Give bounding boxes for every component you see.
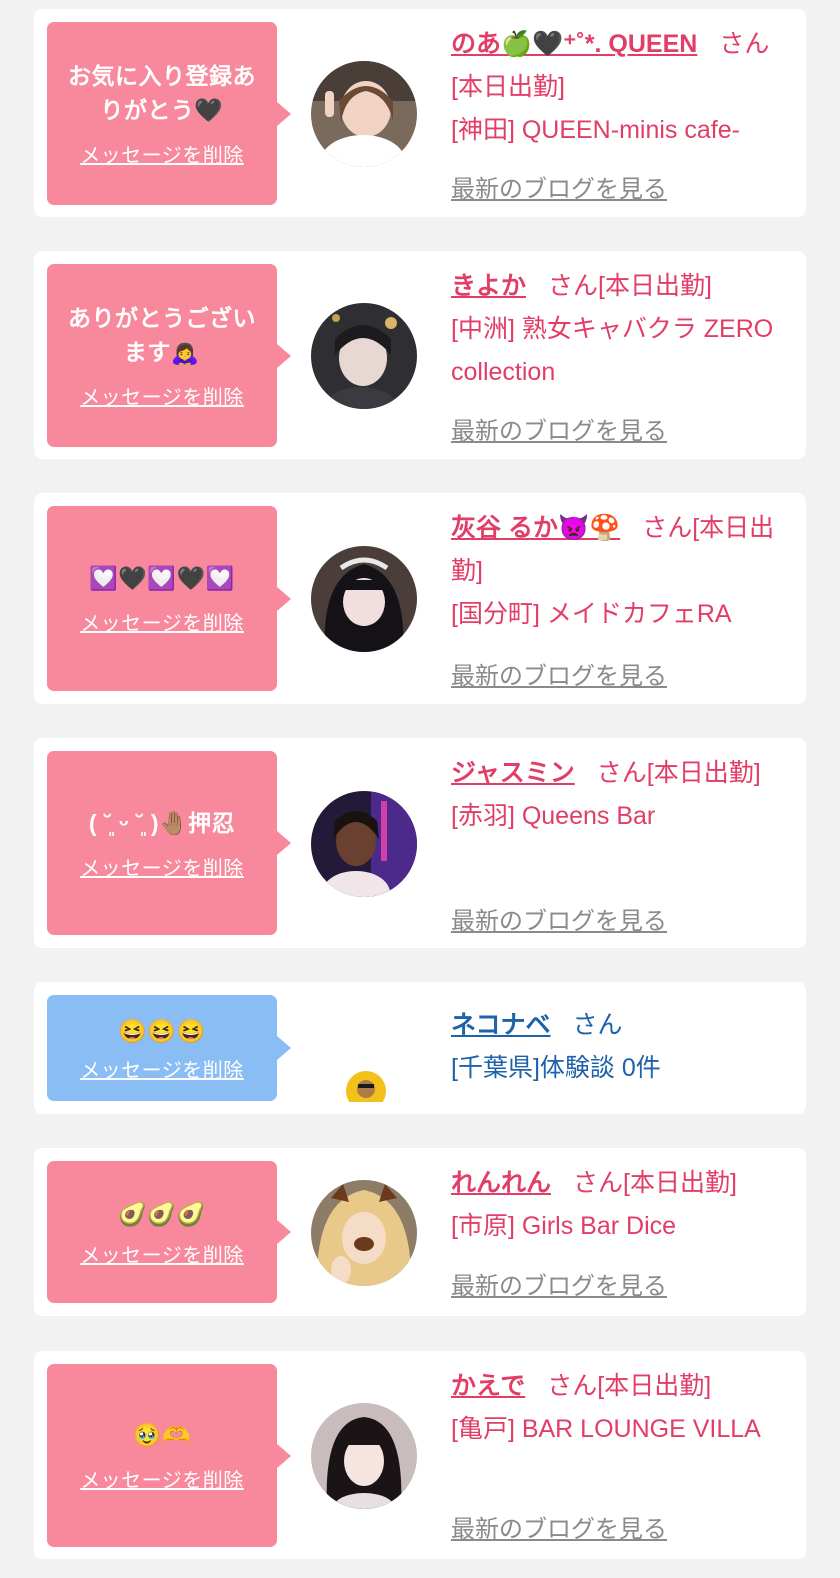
message-text: ( ˘͈ ᵕ ˘͈ )🤚🏽押忍 bbox=[88, 809, 236, 836]
avatar[interactable] bbox=[311, 61, 417, 167]
delete-message-link[interactable]: メッセージを削除 bbox=[80, 852, 244, 881]
favorite-message-list: お気に入り登録ありがとう🖤 メッセージを削除 のあ🍏🖤⁺˚*. QUEEN さん[… bbox=[0, 0, 840, 1578]
message-card: 😆😆😆 メッセージを削除 ネコナベ さん [千葉県]体験談 0件 bbox=[34, 982, 806, 1114]
avatar[interactable] bbox=[311, 1180, 417, 1286]
cast-status: さん[本日出勤] bbox=[548, 272, 712, 300]
shop-info: [赤羽] Queens Bar bbox=[451, 802, 656, 830]
message-text: お気に入り登録ありがとう🖤 bbox=[68, 63, 256, 123]
message-text: 🥹🫶 bbox=[132, 1422, 192, 1448]
cast-status: さん[本日出勤] bbox=[573, 1169, 737, 1197]
cast-name-link[interactable]: れんれん bbox=[451, 1169, 551, 1197]
message-bubble: 🥹🫶 メッセージを削除 bbox=[47, 1364, 291, 1547]
latest-blog-link[interactable]: 最新のブログを見る bbox=[451, 656, 667, 691]
message-card: 💟🖤💟🖤💟 メッセージを削除 灰谷 るか👿🍄 さん[本日出勤] [国分町] メイド… bbox=[34, 493, 806, 704]
cast-info: れんれん さん[本日出勤] [市原] Girls Bar Dice bbox=[451, 1162, 791, 1248]
message-card: ( ˘͈ ᵕ ˘͈ )🤚🏽押忍 メッセージを削除 ジャスミン さん[本日出勤] [… bbox=[34, 738, 806, 948]
cast-info: 灰谷 るか👿🍄 さん[本日出勤] [国分町] メイドカフェRA bbox=[451, 507, 791, 636]
cast-info: ジャスミン さん[本日出勤] [赤羽] Queens Bar bbox=[451, 752, 791, 838]
user-avatar[interactable] bbox=[345, 1070, 387, 1102]
message-text: 😆😆😆 bbox=[118, 1017, 206, 1044]
message-text: 🥑🥑🥑 bbox=[118, 1200, 206, 1227]
delete-message-link[interactable]: メッセージを削除 bbox=[80, 607, 244, 636]
cast-name-link[interactable]: ジャスミン bbox=[451, 759, 575, 787]
delete-message-link[interactable]: メッセージを削除 bbox=[80, 139, 244, 168]
message-card: 🥹🫶 メッセージを削除 かえで さん[本日出勤] [亀戸] BAR LOUNGE … bbox=[34, 1351, 806, 1559]
message-text: ありがとうございます🙇‍♀️ bbox=[68, 305, 256, 365]
message-bubble: お気に入り登録ありがとう🖤 メッセージを削除 bbox=[47, 22, 291, 205]
cast-info: のあ🍏🖤⁺˚*. QUEEN さん[本日出勤] [神田] QUEEN-minis … bbox=[451, 23, 791, 152]
latest-blog-link[interactable]: 最新のブログを見る bbox=[451, 901, 667, 936]
avatar[interactable] bbox=[311, 546, 417, 652]
delete-message-link[interactable]: メッセージを削除 bbox=[80, 1464, 244, 1493]
review-count: [千葉県]体験談 0件 bbox=[451, 1054, 661, 1082]
message-card: お気に入り登録ありがとう🖤 メッセージを削除 のあ🍏🖤⁺˚*. QUEEN さん[… bbox=[34, 9, 806, 217]
latest-blog-link[interactable]: 最新のブログを見る bbox=[451, 1509, 667, 1544]
message-bubble: 🥑🥑🥑 メッセージを削除 bbox=[47, 1161, 291, 1303]
user-info: ネコナベ さん [千葉県]体験談 0件 bbox=[451, 1004, 791, 1090]
message-bubble: 💟🖤💟🖤💟 メッセージを削除 bbox=[47, 506, 291, 691]
message-card: ありがとうございます🙇‍♀️ メッセージを削除 きよか さん[本日出勤] [中洲]… bbox=[34, 251, 806, 459]
latest-blog-link[interactable]: 最新のブログを見る bbox=[451, 169, 667, 204]
shop-info: [神田] QUEEN-minis cafe- bbox=[451, 116, 740, 144]
shop-info: [国分町] メイドカフェRA bbox=[451, 600, 732, 628]
latest-blog-link[interactable]: 最新のブログを見る bbox=[451, 1266, 667, 1301]
shop-info: [中洲] 熟女キャバクラ ZERO collection bbox=[451, 315, 774, 386]
avatar[interactable] bbox=[311, 791, 417, 897]
message-card: 🥑🥑🥑 メッセージを削除 れんれん さん[本日出勤] [市原] Girls Bar… bbox=[34, 1148, 806, 1316]
user-suffix: さん bbox=[572, 1011, 623, 1039]
delete-message-link[interactable]: メッセージを削除 bbox=[80, 1054, 244, 1083]
cast-name-link[interactable]: 灰谷 るか👿🍄 bbox=[451, 514, 620, 542]
user-name-link[interactable]: ネコナベ bbox=[451, 1011, 551, 1039]
cast-status: さん[本日出勤] bbox=[596, 759, 761, 787]
shop-info: [亀戸] BAR LOUNGE VILLA bbox=[451, 1415, 761, 1443]
avatar[interactable] bbox=[311, 1403, 417, 1509]
latest-blog-link[interactable]: 最新のブログを見る bbox=[451, 411, 667, 446]
message-bubble: 😆😆😆 メッセージを削除 bbox=[47, 995, 291, 1101]
cast-status: さん[本日出勤] bbox=[547, 1372, 712, 1400]
message-bubble: ( ˘͈ ᵕ ˘͈ )🤚🏽押忍 メッセージを削除 bbox=[47, 751, 291, 935]
message-text: 💟🖤💟🖤💟 bbox=[89, 565, 235, 591]
shop-info: [市原] Girls Bar Dice bbox=[451, 1212, 677, 1240]
cast-info: きよか さん[本日出勤] [中洲] 熟女キャバクラ ZERO collection bbox=[451, 265, 791, 394]
cast-info: かえで さん[本日出勤] [亀戸] BAR LOUNGE VILLA bbox=[451, 1365, 791, 1451]
cast-name-link[interactable]: かえで bbox=[451, 1372, 525, 1400]
delete-message-link[interactable]: メッセージを削除 bbox=[80, 381, 244, 410]
cast-name-link[interactable]: きよか bbox=[451, 272, 526, 300]
message-bubble: ありがとうございます🙇‍♀️ メッセージを削除 bbox=[47, 264, 291, 447]
delete-message-link[interactable]: メッセージを削除 bbox=[80, 1239, 244, 1268]
cast-name-link[interactable]: のあ🍏🖤⁺˚*. QUEEN bbox=[451, 30, 697, 58]
avatar[interactable] bbox=[311, 303, 417, 409]
